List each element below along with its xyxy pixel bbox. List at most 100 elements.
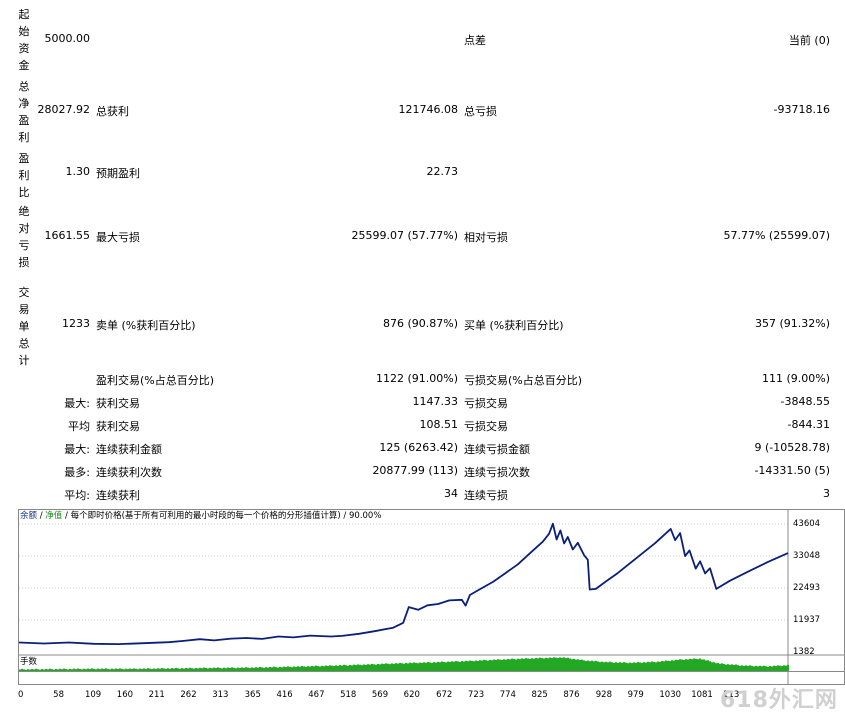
lots-bar [537, 658, 539, 671]
lots-bar [581, 659, 583, 671]
lots-bar [405, 663, 407, 671]
x-tick-label: 876 [563, 690, 580, 700]
lots-bar [317, 666, 319, 671]
lots-bar [429, 662, 431, 671]
lots-bar [179, 668, 181, 671]
lots-bar [51, 669, 53, 671]
lots-bar [323, 666, 325, 671]
total-trades-value: 1233 [62, 317, 90, 330]
lots-bar [525, 658, 527, 671]
maximal-consecutive-profit-label: 连续获利次数 [96, 466, 162, 479]
x-tick-label: 262 [180, 690, 197, 700]
lots-bar [549, 657, 551, 671]
lots-bar [325, 665, 327, 671]
lots-bar [647, 661, 649, 671]
lots-bar [643, 662, 645, 671]
average-consecutive-losses-label: 连续亏损 [464, 489, 508, 502]
lots-bar [53, 669, 55, 671]
lots-bar [191, 668, 193, 671]
lots-bar [299, 666, 301, 671]
y-tick-label: 43604 [793, 519, 821, 529]
lots-bar [193, 668, 195, 671]
lots-bar [181, 668, 183, 671]
lots-bar [463, 661, 465, 671]
lots-bar [775, 666, 777, 671]
lots-bar [515, 659, 517, 671]
lots-bar [169, 668, 171, 671]
lots-bar [99, 669, 101, 671]
lots-bar [593, 661, 595, 671]
lots-bar [275, 667, 277, 671]
lots-bar [479, 660, 481, 671]
lots-bar [315, 665, 317, 671]
lots-bar [351, 665, 353, 671]
lots-bar [523, 658, 525, 671]
lots-bar [219, 667, 221, 671]
lots-bar [237, 667, 239, 671]
lots-bar [531, 658, 533, 671]
maximal-consecutive-profit-value: 20877.99 (113) [372, 464, 458, 477]
y-tick-label: 33048 [793, 551, 821, 561]
lots-bar [383, 664, 385, 671]
x-tick-label: 467 [308, 690, 325, 700]
lots-bar [209, 667, 211, 671]
lots-bar [539, 657, 541, 671]
lots-bar [457, 661, 459, 671]
loss-trades-label: 亏损交易(%占总百分比) [464, 374, 583, 387]
lots-bar [259, 666, 261, 671]
lots-bar [301, 666, 303, 671]
lots-bar [451, 661, 453, 671]
lots-bar [759, 665, 761, 671]
lots-bar [487, 660, 489, 671]
lots-bar [239, 668, 241, 671]
lots-bar [205, 668, 207, 671]
lots-bar [511, 658, 513, 671]
lots-bar [509, 659, 511, 671]
maximal-drawdown-label: 最大亏损 [96, 231, 140, 244]
lots-bar [331, 665, 333, 671]
lots-bar [291, 667, 293, 671]
lots-bar [267, 667, 269, 671]
lots-bar [141, 669, 143, 671]
lots-bar [655, 662, 657, 671]
lots-bar [571, 659, 573, 671]
lots-bar [657, 661, 659, 671]
lots-bar [199, 667, 201, 671]
lots-bar [233, 667, 235, 671]
lots-bar [235, 668, 237, 671]
lots-bar [467, 661, 469, 671]
largest-loss-trade-label: 亏损交易 [464, 397, 508, 410]
lots-bar [93, 668, 95, 671]
lots-bar [127, 669, 129, 671]
lots-bar [435, 662, 437, 671]
lots-bar [751, 665, 753, 671]
lots-bar [203, 667, 205, 671]
lots-bar [535, 657, 537, 671]
lots-bar [745, 665, 747, 671]
lots-bar [493, 659, 495, 671]
lots-bar [507, 658, 509, 671]
lots-bar [639, 662, 641, 671]
lots-bar [689, 658, 691, 671]
lots-bar [615, 662, 617, 671]
lots-bar [313, 666, 315, 671]
lots-bar [215, 668, 217, 671]
average-consecutive-prefix: 平均: [64, 489, 90, 502]
lots-bar [269, 666, 271, 671]
lots-bar [161, 668, 163, 671]
lots-bar [565, 658, 567, 671]
lots-bar [255, 667, 257, 671]
lots-bar [241, 667, 243, 671]
lots-bar [505, 659, 507, 671]
average-consecutive-wins-value: 34 [444, 487, 458, 500]
lots-bar [343, 664, 345, 671]
average-consecutive-wins-label: 连续获利 [96, 489, 140, 502]
lots-bar [725, 664, 727, 671]
lots-bar [277, 667, 279, 671]
x-tick-label: 825 [531, 690, 548, 700]
lots-bar [111, 668, 113, 671]
lots-bar [723, 663, 725, 671]
lots-bar [397, 663, 399, 671]
lots-bar [263, 667, 265, 671]
lots-bar [257, 667, 259, 671]
